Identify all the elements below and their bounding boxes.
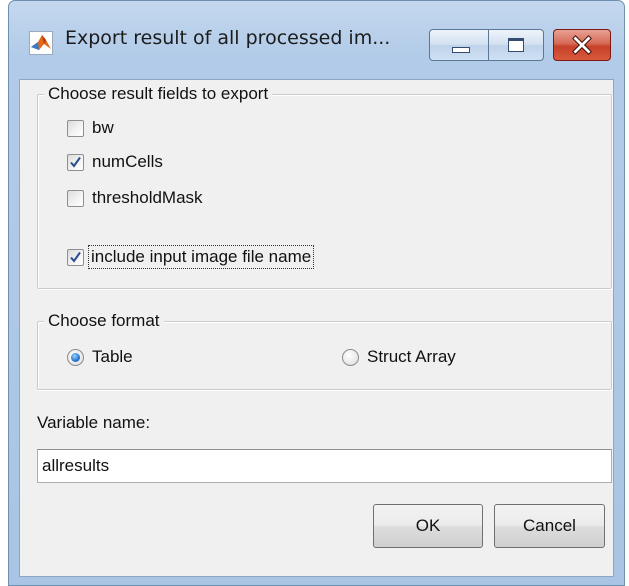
table-label: Table [92,347,133,366]
dialog-content: Choose result fields to export bw numCel… [19,79,614,577]
struct-array-radio[interactable] [342,348,359,366]
minimize-icon [452,47,470,53]
numcells-label: numCells [92,152,163,171]
variable-name-input[interactable] [37,449,612,483]
close-icon [572,35,592,55]
cancel-button[interactable]: Cancel [494,504,605,548]
numcells-checkbox[interactable] [67,153,84,171]
minimize-button[interactable] [429,29,489,61]
dialog-window: Export result of all processed im... Cho… [8,0,625,586]
struct-array-label: Struct Array [367,347,456,366]
thresholdmask-label: thresholdMask [92,188,203,207]
checkbox-row-thresholdmask[interactable]: thresholdMask [67,187,203,209]
maximize-icon [508,38,524,52]
radio-selected-dot [71,352,80,362]
matlab-logo-icon [29,31,53,55]
bw-label: bw [92,118,114,137]
window-title: Export result of all processed im... [65,27,391,49]
checkbox-row-numcells[interactable]: numCells [67,151,163,173]
include-filename-label: include input image file name [87,245,315,269]
checkmark-icon [70,156,81,168]
radio-row-struct-array[interactable]: Struct Array [342,346,456,368]
maximize-button[interactable] [488,29,544,61]
ok-button[interactable]: OK [373,504,483,548]
checkmark-icon [70,251,81,263]
bw-checkbox[interactable] [67,119,84,137]
checkbox-row-include-filename[interactable]: include input image file name [67,245,315,269]
close-button[interactable] [553,29,611,61]
checkbox-row-bw[interactable]: bw [67,117,114,139]
table-radio[interactable] [67,348,84,366]
include-filename-checkbox[interactable] [67,248,84,266]
fields-group-title: Choose result fields to export [44,84,273,104]
title-bar[interactable]: Export result of all processed im... [9,1,624,79]
thresholdmask-checkbox[interactable] [67,189,84,207]
radio-row-table[interactable]: Table [67,346,133,368]
variable-name-label: Variable name: [37,413,151,432]
format-group-title: Choose format [44,311,164,331]
